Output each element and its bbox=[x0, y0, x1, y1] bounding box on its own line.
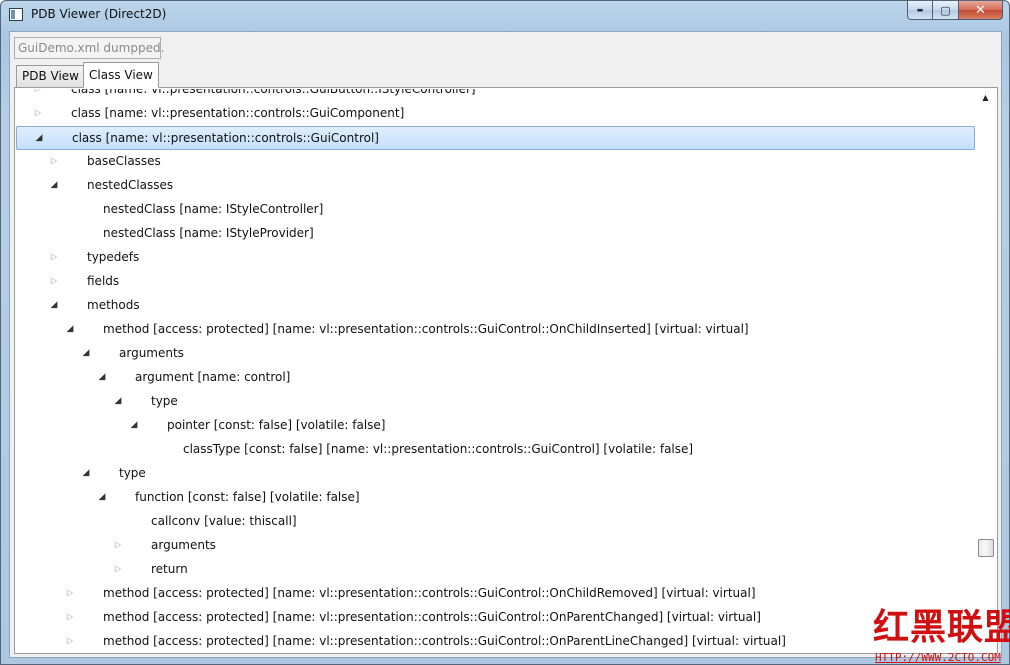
tree-item-label: class [name: vl::presentation::controls:… bbox=[71, 106, 405, 120]
tree-item[interactable]: ◢ method [access: protected] [name: vl::p… bbox=[16, 318, 975, 342]
tree-item[interactable]: ▷ baseClasses bbox=[16, 150, 975, 174]
tree-item-label: classType [const: false] [name: vl::pres… bbox=[183, 442, 694, 456]
tree-item[interactable]: nestedClass [name: IStyleController] bbox=[16, 198, 975, 222]
tree-item-label: methods bbox=[87, 298, 140, 312]
tree-item[interactable]: ▷ arguments bbox=[16, 534, 975, 558]
tree-item[interactable]: ◢ nestedClasses bbox=[16, 174, 975, 198]
class-tree-view[interactable]: ▷class [name: vl::presentation::controls… bbox=[16, 89, 975, 652]
tree-item-label: function [const: false] [volatile: false… bbox=[135, 490, 360, 504]
tree-item-label: baseClasses bbox=[87, 154, 161, 168]
tree-item-label: callconv [value: thiscall] bbox=[151, 514, 297, 528]
tree-item-label: argument [name: control] bbox=[135, 370, 291, 384]
collapsed-triangle-icon[interactable]: ▷ bbox=[48, 155, 60, 167]
tree-item-label: arguments bbox=[119, 346, 184, 360]
close-button[interactable]: ✕ bbox=[959, 1, 1003, 20]
watermark-url: HTTP://WWW.2CTO.COM bbox=[875, 651, 1001, 664]
tree-item-label: class [name: vl::presentation::controls:… bbox=[71, 89, 476, 96]
expanded-triangle-icon[interactable]: ◢ bbox=[96, 491, 108, 503]
tree-item-label: method [access: protected] [name: vl::pr… bbox=[103, 586, 756, 600]
tree-item[interactable]: ▷ fields bbox=[16, 270, 975, 294]
expanded-triangle-icon[interactable]: ◢ bbox=[112, 395, 124, 407]
expanded-triangle-icon[interactable]: ◢ bbox=[33, 132, 45, 144]
tree-item-label: nestedClass [name: IStyleController] bbox=[103, 202, 324, 216]
tree-item[interactable]: callconv [value: thiscall] bbox=[16, 510, 975, 534]
tree-item[interactable]: ◢ type bbox=[16, 390, 975, 414]
tree-item[interactable]: ▷ class [name: vl::presentation::controls… bbox=[16, 102, 975, 126]
title-bar[interactable]: PDB Viewer (Direct2D) ▬ ▢ ✕ bbox=[1, 1, 1009, 29]
minimize-button[interactable]: ▬ bbox=[907, 1, 933, 20]
expanded-triangle-icon[interactable]: ◢ bbox=[64, 323, 76, 335]
tree-item[interactable]: ◢ class [name: vl::presentation::controls… bbox=[16, 126, 975, 150]
tree-item[interactable]: ◢ type bbox=[16, 462, 975, 486]
tree-item-label: nestedClasses bbox=[87, 178, 174, 192]
vertical-scrollbar[interactable]: ▲ bbox=[976, 89, 995, 652]
tree-item[interactable]: ◢ function [const: false] [volatile: fals… bbox=[16, 486, 975, 510]
tree-item[interactable]: ▷ method [access: protected] [name: vl::p… bbox=[16, 582, 975, 606]
scroll-up-arrow-icon[interactable]: ▲ bbox=[976, 89, 995, 106]
class-view-panel: ▷class [name: vl::presentation::controls… bbox=[14, 87, 998, 654]
watermark-logo-text: 红黑联盟 bbox=[873, 606, 1010, 648]
tree-item[interactable]: ◢ arguments bbox=[16, 342, 975, 366]
maximize-icon: ▢ bbox=[940, 3, 951, 17]
minimize-icon: ▬ bbox=[916, 6, 924, 14]
tree-item[interactable]: ▷ class [name: vl::presentation::controls… bbox=[16, 89, 975, 102]
tree-item-label: method [access: protected] [name: vl::pr… bbox=[103, 634, 786, 648]
tree-item[interactable]: ◢ pointer [const: false] [volatile: false… bbox=[16, 414, 975, 438]
tree-item-label: method [access: protected] [name: vl::pr… bbox=[103, 322, 749, 336]
tree-item-label: pointer [const: false] [volatile: false] bbox=[167, 418, 386, 432]
tree-item-label: typedefs bbox=[87, 250, 140, 264]
client-area: GuiDemo.xml dumpped. PDB View Class View… bbox=[9, 31, 1002, 658]
collapsed-triangle-icon[interactable]: ▷ bbox=[32, 107, 44, 119]
expanded-triangle-icon[interactable]: ◢ bbox=[48, 299, 60, 311]
collapsed-triangle-icon[interactable]: ▷ bbox=[112, 563, 124, 575]
tree-item-label: nestedClass [name: IStyleProvider] bbox=[103, 226, 314, 240]
collapsed-triangle-icon[interactable]: ▷ bbox=[64, 587, 76, 599]
tree-item-label: return bbox=[151, 562, 188, 576]
expanded-triangle-icon[interactable]: ◢ bbox=[128, 419, 140, 431]
tree-item-label: type bbox=[151, 394, 178, 408]
tree-item[interactable]: nestedClass [name: IStyleProvider] bbox=[16, 222, 975, 246]
tree-item[interactable]: ◢ argument [name: control] bbox=[16, 366, 975, 390]
scrollbar-thumb[interactable] bbox=[978, 539, 994, 557]
watermark-logo: 红黑联盟 HTTP://WWW.2CTO.COM bbox=[871, 606, 1010, 665]
status-textbox[interactable]: GuiDemo.xml dumpped. bbox=[14, 37, 164, 59]
tree-item-label: arguments bbox=[151, 538, 216, 552]
tab-pdb-view[interactable]: PDB View bbox=[16, 65, 85, 87]
expanded-triangle-icon[interactable]: ◢ bbox=[48, 179, 60, 191]
tree-item-label: class [name: vl::presentation::controls:… bbox=[72, 131, 379, 145]
tree-item[interactable]: ▷ method [access: protected] [name: vl::p… bbox=[16, 606, 975, 630]
tree-item[interactable]: ▷ method [access: protected] [name: vl::p… bbox=[16, 630, 975, 652]
collapsed-triangle-icon[interactable]: ▷ bbox=[32, 89, 44, 95]
expanded-triangle-icon[interactable]: ◢ bbox=[80, 347, 92, 359]
expanded-triangle-icon[interactable]: ◢ bbox=[80, 467, 92, 479]
collapsed-triangle-icon[interactable]: ▷ bbox=[64, 611, 76, 623]
tree-item[interactable]: classType [const: false] [name: vl::pres… bbox=[16, 438, 975, 462]
application-window: PDB Viewer (Direct2D) ▬ ▢ ✕ GuiDemo.xml … bbox=[0, 0, 1010, 665]
collapsed-triangle-icon[interactable]: ▷ bbox=[112, 539, 124, 551]
app-window-icon bbox=[9, 8, 23, 21]
tree-item-label: fields bbox=[87, 274, 120, 288]
tree-item-label: method [access: protected] [name: vl::pr… bbox=[103, 610, 761, 624]
tree-item[interactable]: ▷ return bbox=[16, 558, 975, 582]
maximize-button[interactable]: ▢ bbox=[933, 1, 959, 20]
close-icon: ✕ bbox=[975, 2, 986, 18]
tree-item[interactable]: ◢ methods bbox=[16, 294, 975, 318]
collapsed-triangle-icon[interactable]: ▷ bbox=[48, 251, 60, 263]
collapsed-triangle-icon[interactable]: ▷ bbox=[48, 275, 60, 287]
caption-buttons: ▬ ▢ ✕ bbox=[907, 1, 1003, 21]
collapsed-triangle-icon[interactable]: ▷ bbox=[64, 635, 76, 647]
tree-item-label: type bbox=[119, 466, 146, 480]
tree-item[interactable]: ▷ typedefs bbox=[16, 246, 975, 270]
tab-class-view[interactable]: Class View bbox=[83, 62, 159, 88]
window-title: PDB Viewer (Direct2D) bbox=[31, 7, 167, 21]
expanded-triangle-icon[interactable]: ◢ bbox=[96, 371, 108, 383]
